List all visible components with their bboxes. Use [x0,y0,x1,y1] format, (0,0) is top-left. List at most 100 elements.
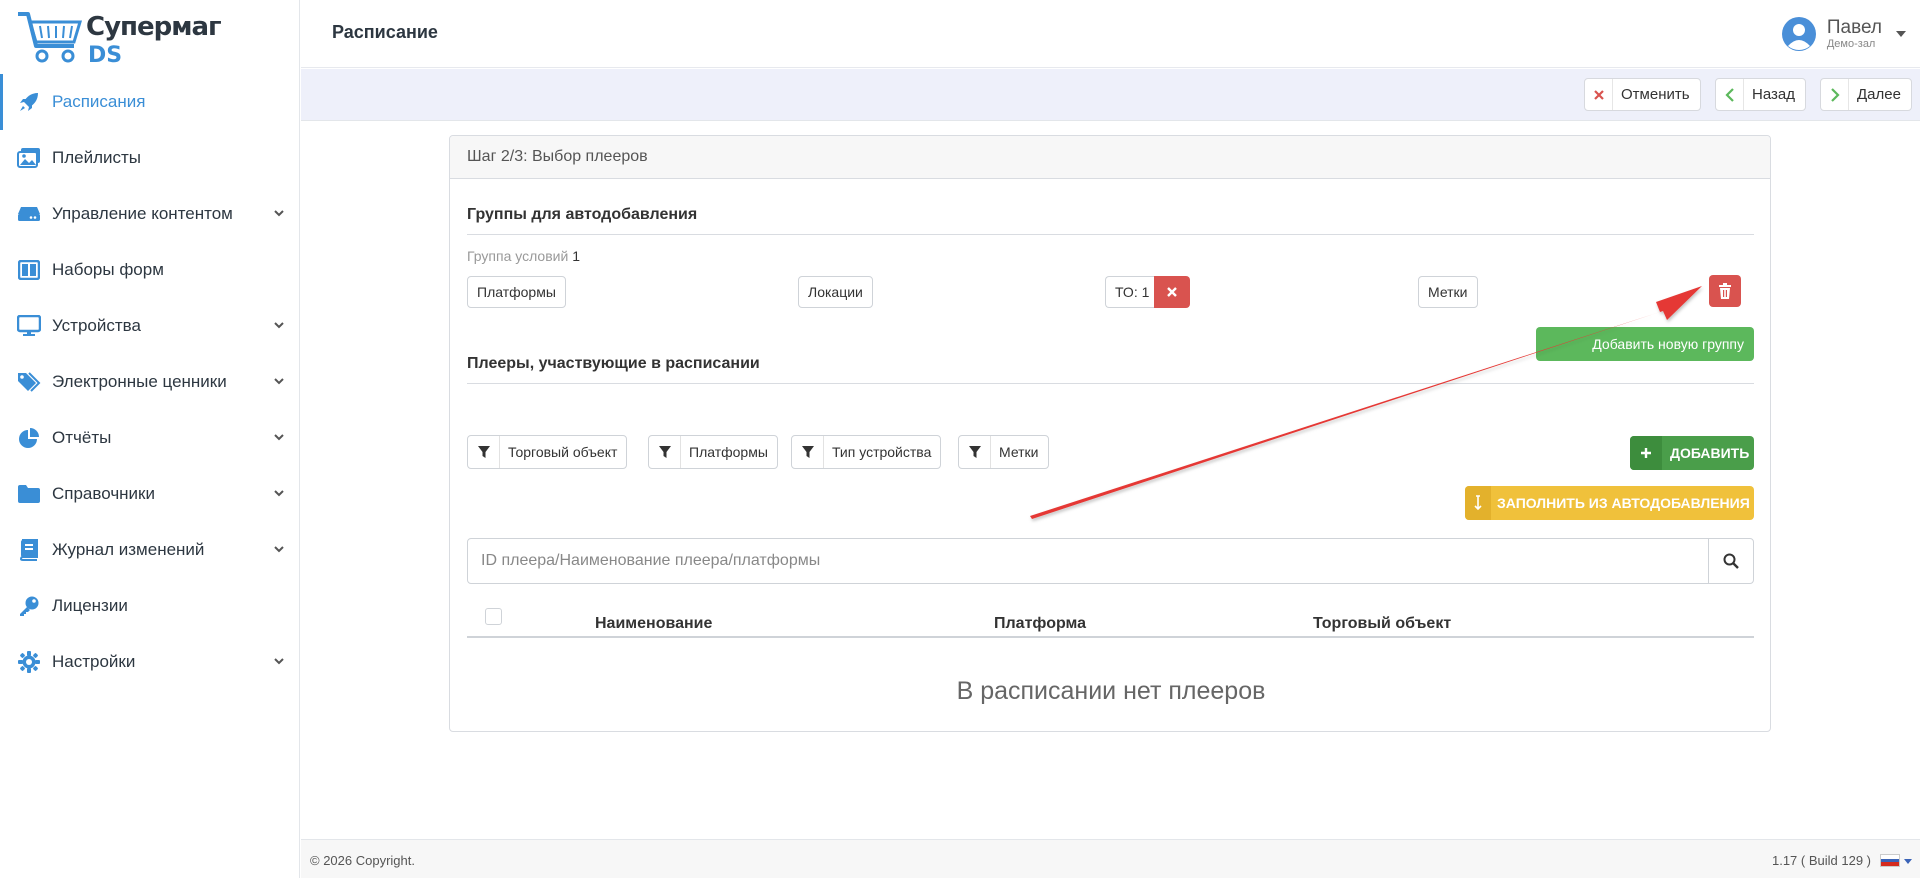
player-search-input[interactable] [468,539,1708,583]
empty-state-message: В расписании нет плееров [956,677,1266,705]
sidebar-item-label: Справочники [52,484,155,503]
sidebar-item-label: Настройки [52,652,136,671]
sidebar-item-label: Расписания [52,92,146,111]
layout-icon [16,257,42,283]
back-button[interactable]: Назад [1715,78,1806,111]
sidebar-item-label: Лицензии [52,596,128,615]
filter-tags-button[interactable]: Метки [958,435,1049,469]
column-header-platform[interactable]: Платформа [994,615,1086,633]
add-group-button[interactable]: Добавить новую группу [1536,327,1754,361]
to-condition-chip[interactable]: ТО: 1 [1105,276,1159,308]
user-menu[interactable]: Павел Демо-зал [1781,14,1906,54]
chevron-down-icon[interactable] [274,432,284,442]
chevron-down-icon[interactable] [274,488,284,498]
fill-from-autoadd-button[interactable]: ЗАПОЛНИТЬ ИЗ АВТОДОБАВЛЕНИЯ [1465,486,1754,520]
chevron-left-icon [1716,79,1744,110]
filter-icon [468,436,500,468]
sidebar-item-label: Журнал изменений [52,540,205,559]
monitor-icon [16,313,42,339]
step-title: Шаг 2/3: Выбор плееров [450,136,1770,179]
sidebar-item-licenses[interactable]: Лицензии [0,578,300,634]
sidebar-item-price-tags[interactable]: Электронные ценники [0,354,300,410]
chevron-down-icon[interactable] [274,320,284,330]
cancel-button[interactable]: Отменить [1584,78,1701,111]
filter-retail-object-button[interactable]: Торговый объект [467,435,628,469]
sidebar-item-label: Устройства [52,316,141,335]
condition-group-label: Группа условий 1 [467,248,580,264]
chevron-down-icon[interactable] [274,208,284,218]
remove-to-button[interactable] [1154,276,1190,308]
avatar [1781,17,1816,51]
folder-icon [16,481,42,507]
column-header-name[interactable]: Наименование [595,615,712,633]
brand-logo[interactable]: Супермаг DS [16,10,222,70]
locations-condition-button[interactable]: Локации [798,276,873,308]
delete-group-button[interactable] [1709,275,1741,307]
filter-icon [959,436,991,468]
close-icon [1167,287,1177,297]
brand-suffix: DS [88,43,123,68]
sidebar-item-label: Управление контентом [52,204,233,223]
sidebar-item-directories[interactable]: Справочники [0,466,300,522]
filter-icon [792,436,824,468]
drive-icon [16,201,42,227]
brand-name: Супермаг [86,12,222,42]
search-button[interactable] [1708,539,1753,583]
platforms-condition-button[interactable]: Платформы [467,276,566,308]
sidebar-item-reports[interactable]: Отчёты [0,410,300,466]
divider [467,383,1754,384]
condition-group-number: 1 [572,248,580,264]
select-all-checkbox[interactable] [485,608,502,625]
caret-down-icon[interactable] [1904,859,1912,864]
action-toolbar: Отменить Назад Далее [301,69,1920,121]
chevron-down-icon[interactable] [274,376,284,386]
close-icon [1585,79,1613,110]
version-label: 1.17 ( Build 129 ) [1771,853,1871,868]
filter-platforms-button[interactable]: Платформы [648,435,778,469]
autoadd-section-title: Группы для автодобавления [467,206,698,223]
wizard-card: Шаг 2/3: Выбор плееров Группы для автодо… [449,135,1771,732]
pie-chart-icon [16,425,42,451]
tags-condition-button[interactable]: Метки [1418,276,1478,308]
sidebar-item-content[interactable]: Управление контентом [0,186,300,242]
rocket-icon [16,89,42,115]
sidebar-item-schedules[interactable]: Расписания [0,74,300,130]
sidebar-item-settings[interactable]: Настройки [0,634,300,690]
players-section-title: Плееры, участвующие в расписании [467,355,760,372]
search-icon [1723,553,1739,569]
gear-icon [16,649,42,675]
sidebar-item-devices[interactable]: Устройства [0,298,300,354]
user-location: Демо-зал [1826,38,1876,50]
plus-icon [1630,436,1662,470]
next-button[interactable]: Далее [1820,78,1912,111]
sidebar-menu: Расписания Плейлисты Управление контенто… [0,74,300,690]
add-player-button[interactable]: ДОБАВИТЬ [1630,436,1754,470]
filter-device-type-button[interactable]: Тип устройства [791,435,942,469]
chevron-down-icon[interactable] [274,544,284,554]
copyright: © 2026 Copyright. [310,853,415,868]
sidebar-item-form-sets[interactable]: Наборы форм [0,242,300,298]
sidebar-item-label: Отчёты [52,428,112,447]
tags-icon [16,369,42,395]
column-header-retail-object[interactable]: Торговый объект [1313,615,1451,633]
page-title: Расписание [332,22,438,42]
chevron-right-icon [1821,79,1849,110]
sidebar-item-label: Плейлисты [52,148,142,167]
top-header: Расписание Павел Демо-зал [301,0,1920,68]
divider [467,234,1754,235]
trash-icon [1719,283,1731,299]
sidebar-item-changelog[interactable]: Журнал изменений [0,522,300,578]
russian-flag-icon[interactable] [1880,854,1900,867]
players-table-header: Наименование Платформа Торговый объект [467,600,1754,638]
sidebar-item-playlists[interactable]: Плейлисты [0,130,300,186]
sidebar: Супермаг DS Расписания Плейлисты Управле… [0,0,300,878]
caret-down-icon[interactable] [1896,31,1906,37]
user-name: Павел [1826,17,1882,38]
sidebar-item-label: Наборы форм [52,260,164,279]
book-icon [16,537,42,563]
key-icon [16,593,42,619]
filter-icon [649,436,681,468]
images-icon [16,145,42,171]
sidebar-item-label: Электронные ценники [52,372,227,391]
chevron-down-icon[interactable] [274,656,284,666]
